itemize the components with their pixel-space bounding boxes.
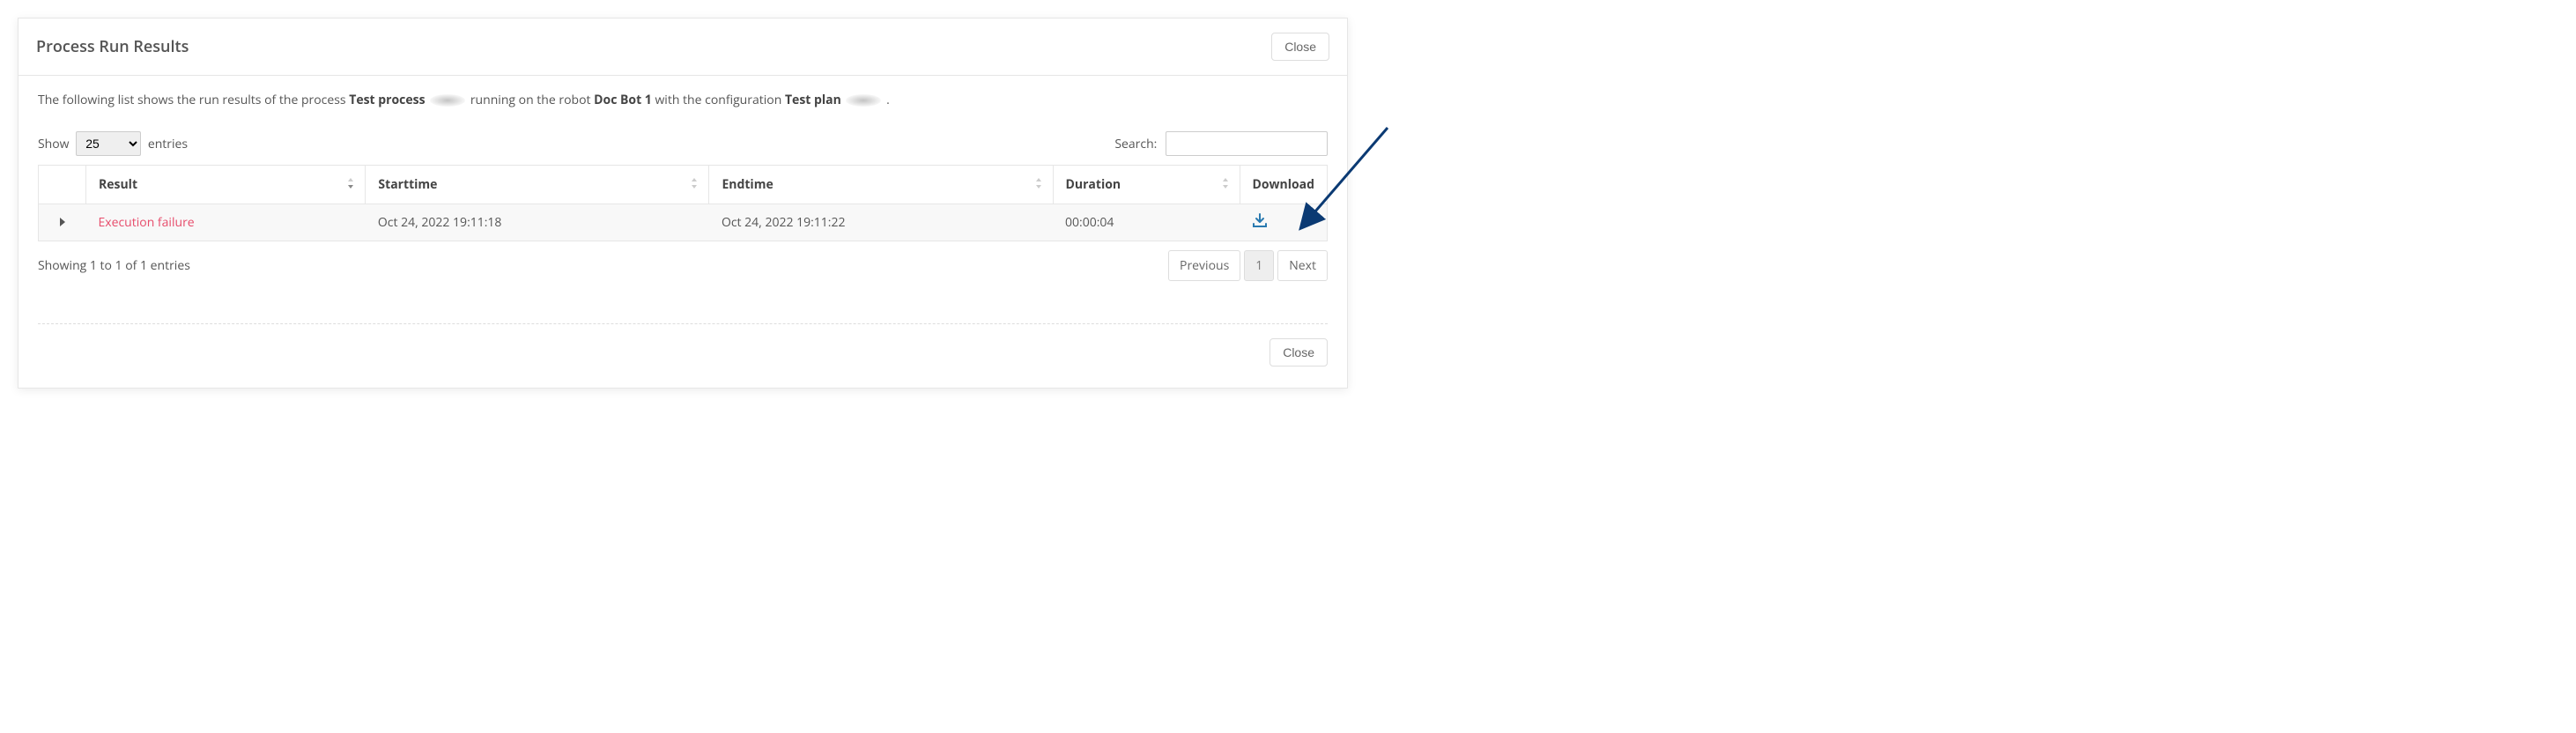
intro-post: .: [886, 92, 890, 108]
endtime-value: Oct 24, 2022 19:11:22: [709, 204, 1053, 241]
close-button-bottom[interactable]: Close: [1269, 338, 1328, 366]
sort-icon: [1220, 176, 1231, 194]
col-endtime[interactable]: Endtime: [709, 166, 1053, 204]
close-button-top[interactable]: Close: [1271, 33, 1329, 61]
col-result-label: Result: [99, 176, 137, 193]
intro-plan: Test plan: [785, 92, 844, 108]
page-size-select[interactable]: 25: [76, 131, 141, 156]
col-result[interactable]: Result: [86, 166, 366, 204]
results-table: Result Starttime Endtime: [38, 165, 1328, 241]
panel-title: Process Run Results: [36, 36, 189, 57]
sort-icon: [345, 176, 356, 194]
col-expand: [39, 166, 86, 204]
sort-icon: [689, 176, 700, 194]
search-box: Search:: [1114, 131, 1328, 156]
result-value[interactable]: Execution failure: [99, 214, 195, 231]
intro-mid1: running on the robot: [470, 92, 594, 108]
sort-icon: [1033, 176, 1044, 194]
show-label: Show: [38, 136, 70, 152]
table-row: Execution failure Oct 24, 2022 19:11:18 …: [39, 204, 1328, 241]
expand-row-icon[interactable]: [60, 218, 65, 226]
col-start-label: Starttime: [378, 176, 437, 193]
intro-text: The following list shows the run results…: [38, 92, 1328, 108]
process-run-results-panel: Process Run Results Close The following …: [18, 18, 1348, 389]
col-duration-label: Duration: [1066, 176, 1121, 193]
intro-pre: The following list shows the run results…: [38, 92, 349, 108]
entries-label: entries: [148, 136, 188, 152]
search-label: Search:: [1114, 136, 1157, 152]
intro-mid2: with the configuration: [655, 92, 785, 108]
divider: [38, 323, 1328, 324]
panel-header: Process Run Results Close: [19, 19, 1347, 76]
search-input[interactable]: [1166, 131, 1328, 156]
pager-previous[interactable]: Previous: [1168, 250, 1240, 281]
duration-value: 00:00:04: [1053, 204, 1240, 241]
intro-robot: Doc Bot 1: [594, 92, 655, 108]
col-end-label: Endtime: [722, 176, 773, 193]
pager-page-1[interactable]: 1: [1244, 250, 1274, 281]
col-download-label: Download: [1253, 176, 1314, 193]
page-size-control: Show 25 entries: [38, 131, 188, 156]
col-download: Download: [1240, 166, 1327, 204]
redacted-icon: [846, 94, 881, 107]
redacted-icon: [430, 94, 465, 107]
pager: Previous 1 Next: [1165, 250, 1328, 281]
starttime-value: Oct 24, 2022 19:11:18: [366, 204, 709, 241]
pager-info: Showing 1 to 1 of 1 entries: [38, 257, 190, 274]
pager-next[interactable]: Next: [1277, 250, 1328, 281]
col-starttime[interactable]: Starttime: [366, 166, 709, 204]
download-icon[interactable]: [1252, 213, 1268, 232]
col-duration[interactable]: Duration: [1053, 166, 1240, 204]
intro-process: Test process: [349, 92, 428, 108]
